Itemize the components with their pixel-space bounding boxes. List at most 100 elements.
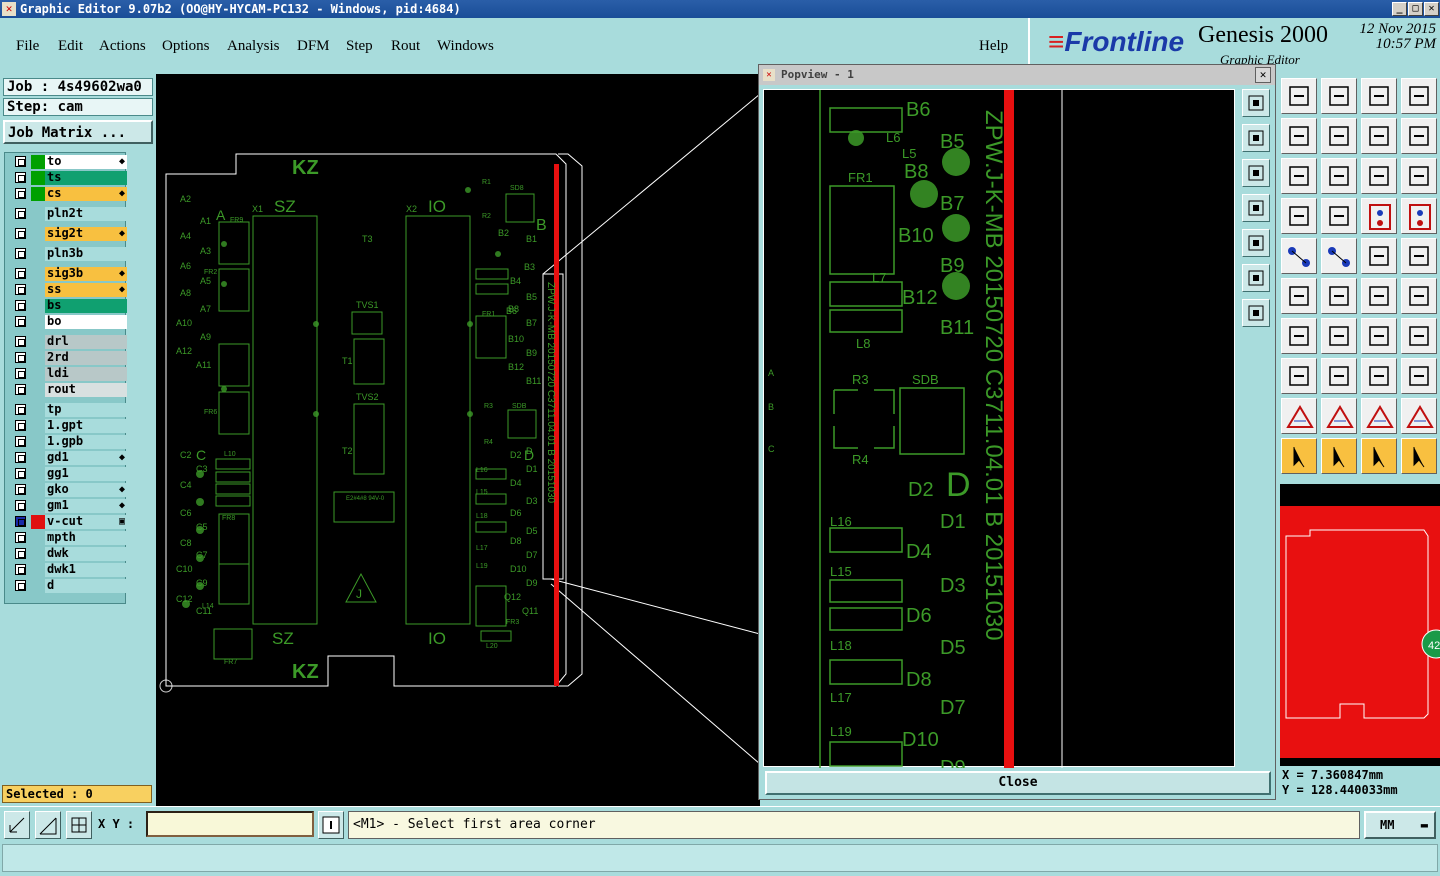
popview-drawing[interactable]: B6 B5 L6 L5 B8 FR1 B7 B10 B9 L7 B12 B11 … <box>764 90 1236 779</box>
layer-checkbox[interactable] <box>15 532 26 543</box>
xy-input[interactable] <box>146 811 314 837</box>
layer-compare-icon[interactable] <box>1361 198 1397 234</box>
layer-row-gg1[interactable]: gg1 <box>9 467 127 481</box>
layer-row-d[interactable]: d <box>9 579 127 593</box>
layer-compare2-icon[interactable] <box>1401 198 1437 234</box>
flip-icon[interactable] <box>1361 118 1397 154</box>
snap-point-icon[interactable] <box>1401 238 1437 274</box>
layer-checkbox[interactable] <box>15 316 26 327</box>
zoom-house-icon[interactable] <box>1361 78 1397 114</box>
surface-icon[interactable] <box>1361 398 1397 434</box>
layer-row-bo[interactable]: bo <box>9 315 127 329</box>
layer-row-sig3b[interactable]: sig3b ◆ <box>9 267 127 281</box>
layer-checkbox[interactable] <box>15 580 26 591</box>
menu-analysis[interactable]: Analysis <box>227 38 280 55</box>
layer-checkbox[interactable] <box>15 384 26 395</box>
layer-name[interactable]: dwk <box>45 547 127 561</box>
measure-tool-icon[interactable] <box>1281 198 1317 234</box>
layer-name[interactable]: drl <box>45 335 127 349</box>
layer-name[interactable]: bs <box>45 299 127 313</box>
select-yellow-icon[interactable] <box>1361 438 1397 474</box>
layer-name[interactable]: pln3b <box>45 247 127 261</box>
grid-view-icon[interactable] <box>1321 198 1357 234</box>
popview-fit-icon[interactable] <box>1242 89 1270 117</box>
layer-name[interactable]: sig2t ◆ <box>45 227 127 241</box>
layer-name[interactable]: gm1 ◆ <box>45 499 127 513</box>
snap-icon[interactable] <box>4 811 30 839</box>
layer-row-sig2t[interactable]: sig2t ◆ <box>9 227 127 241</box>
popview-home-icon[interactable] <box>1242 229 1270 257</box>
layer-row-drl[interactable]: drl <box>9 335 127 349</box>
layer-name[interactable]: ts <box>45 171 127 185</box>
layer-row-gd1[interactable]: gd1 ◆ <box>9 451 127 465</box>
layer-checkbox[interactable] <box>15 188 26 199</box>
route-icon[interactable] <box>1401 438 1437 474</box>
layer-row-pln3b[interactable]: pln3b <box>9 247 127 261</box>
delete-icon[interactable] <box>1321 278 1357 314</box>
board-drawing[interactable]: KZ SZ IO KZ SZ IO A C D J A2 A1 A4 A3 A6 A5… <box>156 74 761 806</box>
layer-checkbox[interactable] <box>15 228 26 239</box>
layer-row-to[interactable]: to ◆ <box>9 155 127 169</box>
layer-name[interactable]: gg1 <box>45 467 127 481</box>
layer-row-gm1[interactable]: gm1 ◆ <box>9 499 127 513</box>
layer-row-pln2t[interactable]: pln2t <box>9 207 127 221</box>
unit-select[interactable]: MM ▬ <box>1364 811 1436 839</box>
select-pad-icon[interactable] <box>1281 238 1317 274</box>
grid-icon[interactable] <box>66 811 92 839</box>
popview-close-icon[interactable]: ✕ <box>1255 67 1271 83</box>
layer-checkbox[interactable] <box>15 156 26 167</box>
zoom-window-icon[interactable] <box>1401 78 1437 114</box>
layer-checkbox[interactable] <box>15 368 26 379</box>
layer-checkbox[interactable] <box>15 420 26 431</box>
measure-icon[interactable] <box>35 811 61 839</box>
layer-name[interactable]: mpth <box>45 531 127 545</box>
layer-row-dwk1[interactable]: dwk1 <box>9 563 127 577</box>
popview-canvas[interactable]: B6 B5 L6 L5 B8 FR1 B7 B10 B9 L7 B12 B11 … <box>763 89 1236 779</box>
info-icon[interactable] <box>318 811 344 839</box>
layer-row-mpth[interactable]: mpth <box>9 531 127 545</box>
maximize-button[interactable]: □ <box>1408 2 1423 16</box>
graphic-canvas[interactable]: KZ SZ IO KZ SZ IO A C D J A2 A1 A4 A3 A6 A5… <box>156 74 761 806</box>
layer-name[interactable]: rout <box>45 383 127 397</box>
layer-checkbox[interactable] <box>15 284 26 295</box>
menu-edit[interactable]: Edit <box>58 38 83 55</box>
job-matrix-button[interactable]: Job Matrix ... <box>3 120 153 144</box>
menu-windows[interactable]: Windows <box>437 38 494 55</box>
layer-checkbox[interactable] <box>15 452 26 463</box>
menu-step[interactable]: Step <box>346 38 373 55</box>
mini-overview[interactable]: 42 <box>1280 484 1440 766</box>
layer-name[interactable]: bo <box>45 315 127 329</box>
mirror-icon[interactable] <box>1401 118 1437 154</box>
layer-name[interactable]: dwk1 <box>45 563 127 577</box>
layer-checkbox[interactable] <box>15 548 26 559</box>
layer-row-gko[interactable]: gko ◆ <box>9 483 127 497</box>
layer-row-tp[interactable]: tp <box>9 403 127 417</box>
layer-name[interactable]: ldi <box>45 367 127 381</box>
layer-name[interactable]: pln2t <box>45 207 127 221</box>
help-icon[interactable] <box>1401 158 1437 194</box>
pan-left-icon[interactable] <box>1281 118 1317 154</box>
layer-checkbox[interactable] <box>15 516 26 527</box>
layer-name[interactable]: d <box>45 579 127 593</box>
move-icon[interactable] <box>1361 278 1397 314</box>
popview-zoom-out-icon[interactable] <box>1242 159 1270 187</box>
layer-row-ldi[interactable]: ldi <box>9 367 127 381</box>
zoom-down-icon[interactable] <box>1321 78 1357 114</box>
layer-name[interactable]: gd1 ◆ <box>45 451 127 465</box>
arc-icon[interactable] <box>1361 318 1397 354</box>
layer-name[interactable]: to ◆ <box>45 155 127 169</box>
connect-icon[interactable] <box>1281 278 1317 314</box>
layer-checkbox[interactable] <box>15 352 26 363</box>
layer-row-2rd[interactable]: 2rd <box>9 351 127 365</box>
popview-pan-icon[interactable] <box>1242 194 1270 222</box>
layer-row-ts[interactable]: ts <box>9 171 127 185</box>
add-line-icon[interactable] <box>1401 278 1437 314</box>
layer-row-cs[interactable]: cs ◆ <box>9 187 127 201</box>
menu-help[interactable]: Help <box>979 38 1008 55</box>
layer-checkbox[interactable] <box>15 500 26 511</box>
pan-right-icon[interactable] <box>1321 118 1357 154</box>
select-icon[interactable] <box>1321 438 1357 474</box>
minimize-button[interactable]: _ <box>1392 2 1407 16</box>
fit-all-icon[interactable] <box>1281 158 1317 194</box>
layer-row-1.gpt[interactable]: 1.gpt <box>9 419 127 433</box>
